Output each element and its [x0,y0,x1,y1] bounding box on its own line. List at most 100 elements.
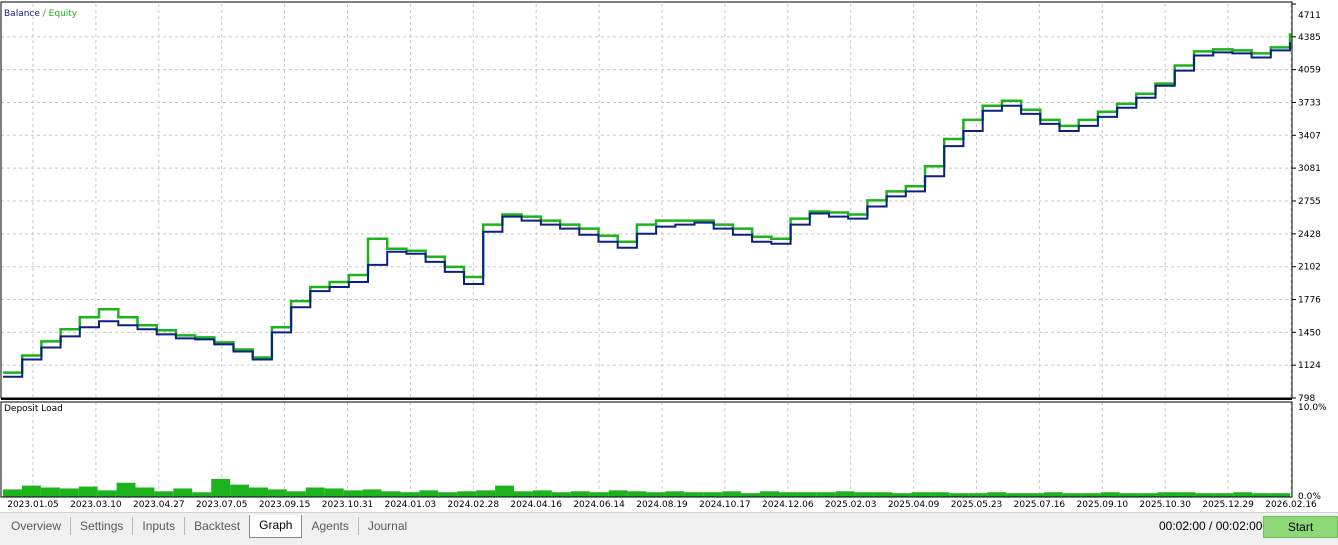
x-tick-label: 2024.04.16 [510,500,562,510]
y-tick-label: 4711 [1298,11,1321,21]
balance-line [3,42,1291,378]
y-tick-label: 1776 [1298,296,1321,306]
deposit-bar [476,490,496,497]
deposit-bars [3,478,1290,497]
x-tick-label: 2024.02.28 [448,500,500,510]
deposit-bar [684,492,704,497]
deposit-bar [722,491,742,497]
y-tick-label: 3081 [1298,164,1321,174]
deposit-bar [589,492,609,497]
tab-agents[interactable]: Agents [302,517,359,535]
deposit-bar [419,490,439,497]
x-tick-label: 2024.06.14 [573,500,625,510]
deposit-bar [1025,493,1044,497]
deposit-frame: 10.0%0.0% [0,401,1327,502]
deposit-y-max-label: 10.0% [1298,403,1327,413]
deposit-bar [59,488,79,497]
y-tick-label: 4385 [1298,33,1321,43]
tab-settings[interactable]: Settings [71,517,134,535]
deposit-bar [854,492,874,497]
deposit-bar [286,491,306,497]
tab-graph[interactable]: Graph [249,515,303,538]
x-tick-label: 2025.09.10 [1077,500,1129,510]
deposit-bar [135,487,155,497]
y-tick-label: 4059 [1298,66,1321,76]
deposit-bar [930,492,950,497]
deposit-bar [570,491,590,497]
x-tick-label: 2023.10.31 [322,500,374,510]
deposit-bar [741,493,761,497]
x-tick-label: 2026.02.16 [1265,500,1317,510]
elapsed-timer: 00:02:00 / 00:02:00 [1159,519,1263,533]
deposit-bar [892,493,912,497]
deposit-bar [1157,492,1177,497]
tab-journal[interactable]: Journal [359,517,416,535]
deposit-bar [532,490,552,497]
deposit-bar [116,482,136,497]
y-tick-label: 1124 [1298,361,1321,371]
tab-inputs[interactable]: Inputs [133,517,186,535]
legend-balance: Balance [4,9,40,19]
deposit-bar [438,492,458,497]
x-tick-label: 2025.05.23 [951,500,1003,510]
deposit-bar [400,492,420,497]
legend-equity: Equity [49,9,78,19]
y-axis: 4711 4385 4059 3733 3407 3081 2755 2428 2102 1776… [1292,3,1321,404]
deposit-bar [1176,492,1196,497]
deposit-bar [1100,492,1120,497]
x-tick-label: 2023.03.10 [70,500,122,510]
deposit-bar [968,493,988,497]
deposit-load-title: Deposit Load [4,404,63,414]
x-tick-label: 2023.09.15 [259,500,311,510]
deposit-bar [1195,493,1215,497]
deposit-bar [797,492,817,497]
deposit-bar [78,486,98,497]
series-layer [3,33,1292,378]
deposit-bar [1138,493,1158,497]
start-button[interactable]: Start [1263,516,1338,538]
tester-bottom-bar: Overview Settings Inputs Backtest Graph … [0,512,1338,545]
deposit-bar [949,493,969,497]
deposit-bar [173,488,193,497]
deposit-bar [551,492,571,497]
deposit-bar [778,492,798,497]
deposit-bar [154,491,174,497]
x-tick-label: 2024.10.17 [699,500,751,510]
deposit-bar [627,491,647,497]
deposit-bar [1062,493,1082,497]
y-tick-label: 1450 [1298,328,1321,338]
tab-overview[interactable]: Overview [2,517,72,535]
x-tick-label: 2023.07.05 [196,500,248,510]
deposit-bar [514,491,533,497]
deposit-bar [495,485,515,497]
deposit-bar [1006,493,1026,497]
y-tick-label: 3733 [1298,98,1321,108]
x-axis: 2023.01.05 2023.03.10 2023.04.27 2023.07.05… [7,500,1317,510]
y-tick-label: 2102 [1298,263,1321,273]
x-tick-label: 2024.12.06 [762,500,814,510]
deposit-bar [249,487,268,497]
deposit-bar [21,485,41,497]
deposit-bar [211,478,231,497]
x-tick-label: 2025.07.16 [1014,500,1066,510]
x-tick-label: 2024.08.19 [636,500,688,510]
legend-separator: / [40,9,49,19]
deposit-bar [381,491,401,497]
deposit-bar [703,492,723,497]
deposit-bar [267,489,287,497]
deposit-bar [1214,493,1234,497]
y-tick-label: 2755 [1298,197,1321,207]
x-tick-label: 2024.01.03 [385,500,437,510]
deposit-bar [987,492,1007,497]
x-tick-label: 2025.04.09 [888,500,940,510]
tab-backtest[interactable]: Backtest [185,517,249,535]
chart-svg: 4711 4385 4059 3733 3407 3081 2755 2428 2102 1776… [0,1,1327,510]
deposit-bar [1043,492,1063,497]
deposit-bar [1119,493,1139,497]
tester-graph: 4711 4385 4059 3733 3407 3081 2755 2428 2102 1776… [0,0,1338,512]
deposit-bar [835,491,855,497]
deposit-bar [192,492,212,497]
x-tick-label: 2023.04.27 [133,500,185,510]
y-tick-label: 3407 [1298,131,1321,141]
deposit-bar [1252,493,1272,497]
